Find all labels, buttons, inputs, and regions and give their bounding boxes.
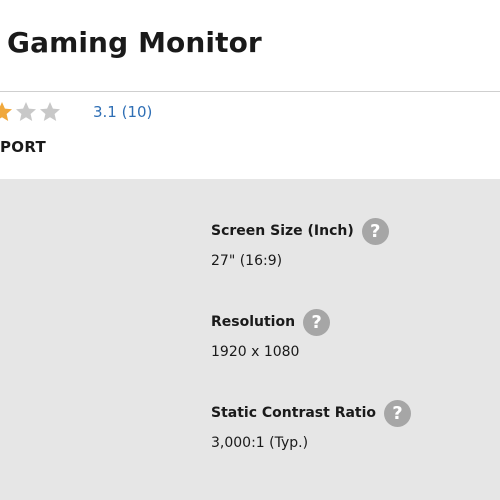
spec-label-row: Screen Size (Inch) ? <box>211 217 389 245</box>
spec-section: Screen Size (Inch) ? 27" (16:9) Resoluti… <box>0 179 500 500</box>
spec-screen-size: Screen Size (Inch) ? 27" (16:9) <box>211 217 389 269</box>
spec-label-row: Static Contrast Ratio ? <box>211 399 412 427</box>
spec-label-row: Resolution ? <box>211 308 331 336</box>
star-rating <box>0 100 62 126</box>
star-icon-partial <box>0 102 12 121</box>
product-header: Gaming Monitor <box>0 0 500 91</box>
product-title: Gaming Monitor <box>7 26 262 59</box>
spec-resolution: Resolution ? 1920 x 1080 <box>211 308 331 360</box>
help-icon[interactable]: ? <box>384 399 412 427</box>
rating-row: 3.1 (10) <box>0 100 500 126</box>
rating-link[interactable]: 3.1 (10) <box>93 103 152 121</box>
help-icon[interactable]: ? <box>303 308 331 336</box>
spec-value: 1920 x 1080 <box>211 344 300 360</box>
spec-value: 27" (16:9) <box>211 253 283 269</box>
spec-label: Screen Size (Inch) <box>211 223 354 239</box>
star-icon-empty <box>16 102 36 121</box>
spec-label: Resolution <box>211 314 296 330</box>
spec-label: Static Contrast Ratio <box>211 405 377 421</box>
star-icon-empty <box>40 102 60 121</box>
product-page: Gaming Monitor 3.1 (10) PORT Screen Size… <box>0 0 500 500</box>
header-divider <box>0 91 500 92</box>
spec-value: 3,000:1 (Typ.) <box>211 435 309 451</box>
spec-contrast-ratio: Static Contrast Ratio ? 3,000:1 (Typ.) <box>211 399 412 451</box>
help-icon[interactable]: ? <box>361 217 389 245</box>
support-link[interactable]: PORT <box>0 138 46 156</box>
